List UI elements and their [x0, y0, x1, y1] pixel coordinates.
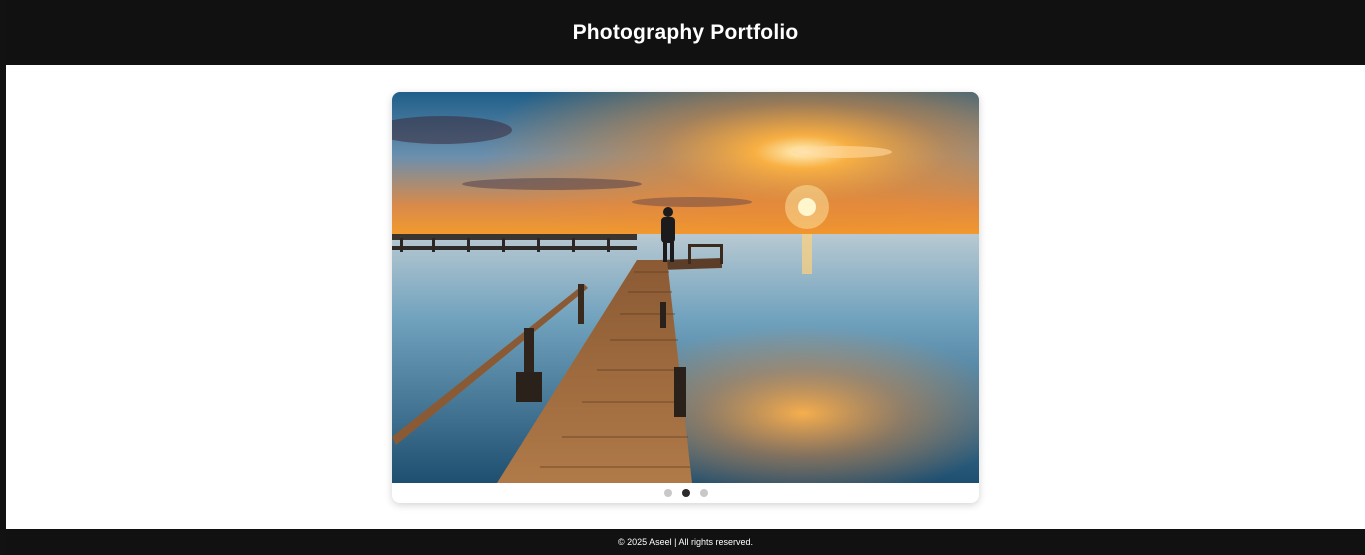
carousel-slide-image[interactable] — [392, 92, 979, 483]
copyright-text: © 2025 Aseel | All rights reserved. — [617, 537, 754, 547]
carousel-dot-3[interactable] — [699, 489, 708, 497]
carousel-dot-1[interactable] — [663, 489, 672, 497]
carousel-dot-2[interactable] — [681, 489, 690, 497]
main-content — [6, 65, 1365, 529]
carousel-indicators — [392, 483, 979, 503]
image-carousel[interactable] — [392, 92, 979, 503]
site-header: Photography Portfolio — [6, 0, 1365, 65]
site-footer: © 2025 Aseel | All rights reserved. — [6, 529, 1365, 555]
page-title: Photography Portfolio — [572, 20, 799, 44]
